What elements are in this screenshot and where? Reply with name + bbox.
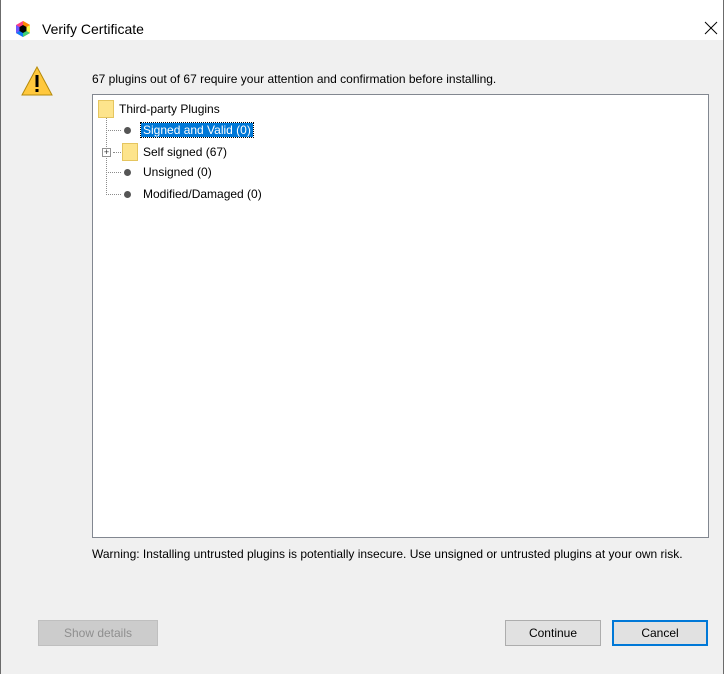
folder-icon <box>122 143 138 161</box>
tree-item-label: Self signed (67) <box>143 145 228 159</box>
bullet-icon <box>124 127 131 134</box>
cancel-button[interactable]: Cancel <box>612 620 708 646</box>
tree-connector <box>106 130 121 132</box>
tree-item-modified-damaged[interactable]: Modified/Damaged (0) <box>143 185 262 203</box>
security-warning-text: Warning: Installing untrusted plugins is… <box>92 547 683 561</box>
bullet-icon <box>124 191 131 198</box>
tree-item-signed-valid[interactable]: Signed and Valid (0) <box>140 121 254 139</box>
continue-button[interactable]: Continue <box>505 620 601 646</box>
warning-triangle-icon <box>21 65 53 96</box>
show-details-button[interactable]: Show details <box>38 620 158 646</box>
attention-message: 67 plugins out of 67 require your attent… <box>92 72 497 86</box>
tree-item-label: Signed and Valid (0) <box>140 122 254 138</box>
verify-certificate-dialog: Verify Certificate 67 plugins out of 67 … <box>0 0 724 674</box>
app-logo-icon <box>14 20 32 38</box>
plus-expander-icon[interactable]: + <box>102 148 111 157</box>
tree-root[interactable]: Third-party Plugins <box>119 100 220 118</box>
tree-item-label: Unsigned (0) <box>143 165 212 179</box>
tree-root-label: Third-party Plugins <box>119 102 220 116</box>
tree-connector <box>113 152 121 154</box>
tree-item-label: Modified/Damaged (0) <box>143 187 262 201</box>
certificate-tree[interactable]: Third-party Plugins Signed and Valid (0)… <box>92 94 709 538</box>
tree-connector <box>106 194 121 196</box>
tree-item-self-signed[interactable]: Self signed (67) <box>143 143 227 161</box>
window-title: Verify Certificate <box>42 21 144 37</box>
title-bar: Verify Certificate <box>1 0 723 40</box>
close-icon[interactable] <box>701 18 721 38</box>
tree-item-unsigned[interactable]: Unsigned (0) <box>143 163 212 181</box>
folder-icon <box>98 100 114 118</box>
bullet-icon <box>124 169 131 176</box>
tree-connector <box>106 172 121 174</box>
